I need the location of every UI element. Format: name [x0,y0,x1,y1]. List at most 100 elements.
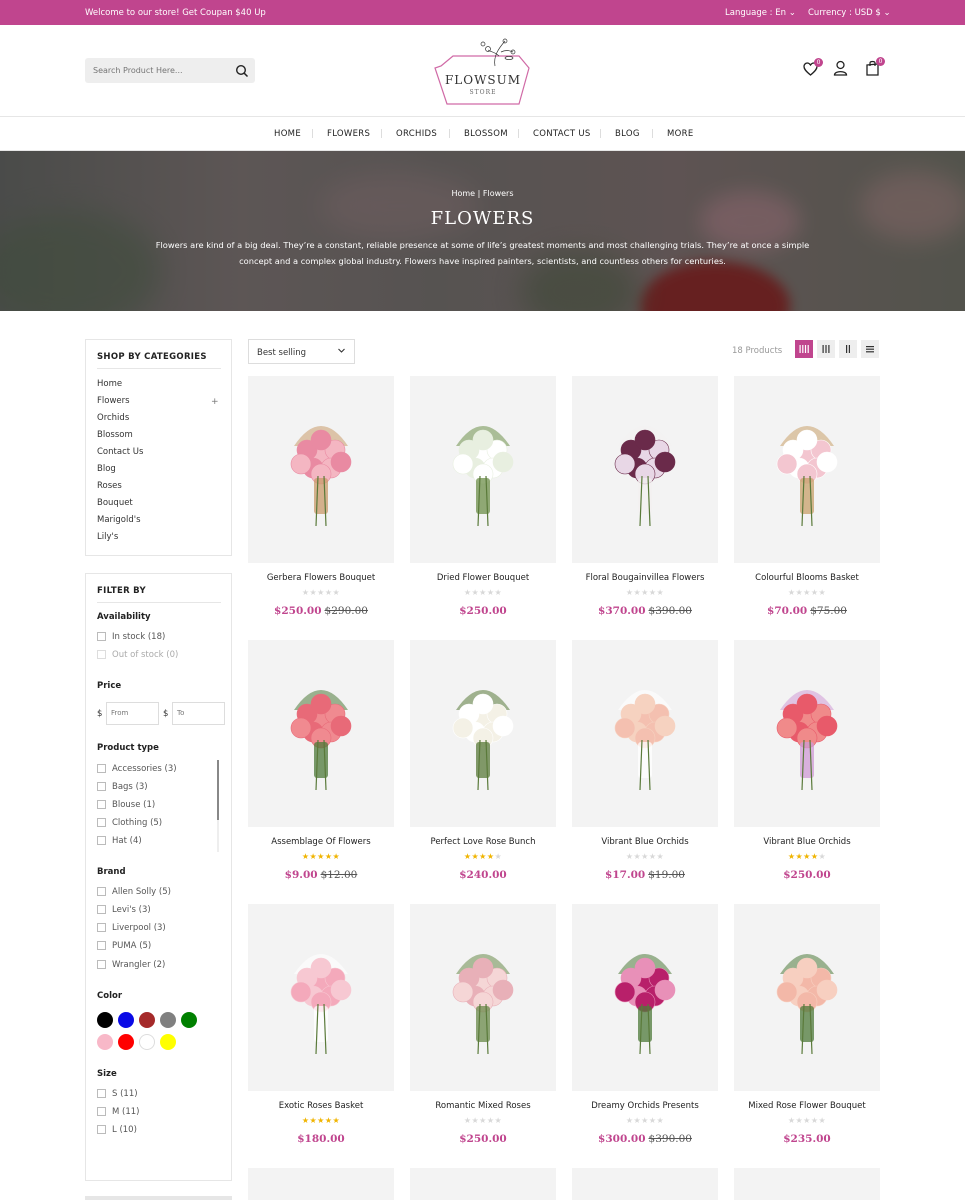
product-image[interactable] [248,376,394,563]
product-price: $250.00 [734,869,880,881]
price-to-input[interactable]: To [172,702,225,725]
expand-plus-icon[interactable]: + [211,397,219,407]
category-blog[interactable]: Blog [97,464,116,474]
product-card[interactable]: Perfect Love Rose Bunch ★★★★★ $240.00 [410,640,556,881]
color-swatch[interactable] [97,1034,113,1050]
nav-flowers[interactable]: FLOWERS [327,129,370,139]
search-icon[interactable] [235,63,249,82]
nav-orchids[interactable]: ORCHIDS [396,129,437,139]
product-image[interactable] [734,376,880,563]
account-icon[interactable] [833,60,848,80]
product-image[interactable] [572,640,718,827]
product-image[interactable] [572,904,718,1091]
color-swatch[interactable] [139,1012,155,1028]
product-image[interactable] [410,1168,556,1200]
color-swatch[interactable] [139,1034,155,1050]
product-name[interactable]: Floral Bougainvillea Flowers [572,573,718,583]
product-image[interactable] [734,640,880,827]
product-name[interactable]: Dreamy Orchids Presents [572,1101,718,1111]
availability-heading: Availability [97,612,151,622]
category-roses[interactable]: Roses [97,481,122,491]
product-image[interactable] [410,640,556,827]
product-name[interactable]: Assemblage Of Flowers [248,837,394,847]
category-blossom[interactable]: Blossom [97,430,133,440]
nav-contact-us[interactable]: CONTACT US [533,129,591,139]
star-icon: ★ [803,1116,811,1125]
product-image[interactable] [410,904,556,1091]
product-name[interactable]: Gerbera Flowers Bouquet [248,573,394,583]
breadcrumb[interactable]: Home | Flowers [0,189,965,198]
product-name[interactable]: Colourful Blooms Basket [734,573,880,583]
product-card[interactable]: Exotic Roses Basket ★★★★★ $180.00 [248,904,394,1145]
product-card[interactable]: Assemblage Of Flowers ★★★★★ $9.00 $12.00 [248,640,394,881]
nav-blog[interactable]: BLOG [615,129,640,139]
grid-3-view-button[interactable] [817,340,835,358]
star-icon: ★ [641,1116,649,1125]
product-name[interactable]: Dried Flower Bouquet [410,573,556,583]
star-icon: ★ [309,852,318,861]
star-icon: ★ [818,1116,827,1125]
sort-select[interactable]: Best selling [248,339,355,364]
product-card[interactable]: Vibrant Blue Orchids ★★★★★ $17.00 $19.00 [572,640,718,881]
product-image[interactable] [572,1168,718,1200]
store-logo[interactable]: FLOWSUM STORE [433,38,533,106]
color-swatch[interactable] [160,1012,176,1028]
currency-selector[interactable]: Currency : USD $ ⌄ [808,8,891,18]
star-icon: ★ [317,852,325,861]
color-swatch[interactable] [160,1034,176,1050]
product-name[interactable]: Mixed Rose Flower Bouquet [734,1101,880,1111]
category-home[interactable]: Home [97,379,122,389]
star-icon: ★ [494,1116,503,1125]
color-swatch[interactable] [118,1034,134,1050]
product-name[interactable]: Vibrant Blue Orchids [572,837,718,847]
product-card[interactable]: Mixed Rose Flower Bouquet ★★★★★ $235.00 [734,904,880,1145]
category-contact-us[interactable]: Contact Us [97,447,143,457]
category-marigolds[interactable]: Marigold's [97,515,141,525]
nav-blossom[interactable]: BLOSSOM [464,129,508,139]
product-name[interactable]: Exotic Roses Basket [248,1101,394,1111]
product-image[interactable] [734,904,880,1091]
product-image[interactable] [572,376,718,563]
product-name[interactable]: Vibrant Blue Orchids [734,837,880,847]
star-icon: ★ [656,852,665,861]
product-name[interactable]: Romantic Mixed Roses [410,1101,556,1111]
product-image[interactable] [248,904,394,1091]
star-icon: ★ [803,588,811,597]
wishlist-icon[interactable]: 0 [803,58,823,80]
color-swatch[interactable] [97,1012,113,1028]
product-image[interactable] [248,1168,394,1200]
category-flowers[interactable]: Flowers [97,396,130,406]
price-heading: Price [97,681,122,691]
price-from-input[interactable]: From [106,702,159,725]
grid-4-view-button[interactable] [795,340,813,358]
product-card[interactable]: Vibrant Blue Orchids ★★★★★ $250.00 [734,640,880,881]
product-card[interactable]: Romantic Mixed Roses ★★★★★ $250.00 [410,904,556,1145]
product-type-scrollbar[interactable] [217,760,219,852]
star-icon: ★ [309,588,318,597]
category-lilys[interactable]: Lily's [97,532,118,542]
original-price: $290.00 [324,605,368,617]
product-card[interactable]: Colourful Blooms Basket ★★★★★ $70.00 $75.00 [734,376,880,617]
product-card[interactable]: Dreamy Orchids Presents ★★★★★ $300.00 $390.… [572,904,718,1145]
language-selector[interactable]: Language : En ⌄ [725,8,796,18]
product-image[interactable] [248,640,394,827]
product-card[interactable]: Floral Bougainvillea Flowers ★★★★★ $370.00… [572,376,718,617]
product-image[interactable] [410,376,556,563]
product-image[interactable] [734,1168,880,1200]
nav-home[interactable]: HOME [274,129,301,139]
product-name[interactable]: Perfect Love Rose Bunch [410,837,556,847]
search-input[interactable] [85,58,225,83]
color-swatch[interactable] [118,1012,134,1028]
product-card[interactable]: Dried Flower Bouquet ★★★★★ $250.00 [410,376,556,617]
color-swatch[interactable] [181,1012,197,1028]
star-icon: ★ [324,588,333,597]
grid-2-view-button[interactable] [839,340,857,358]
category-orchids[interactable]: Orchids [97,413,129,423]
current-price: $240.00 [459,869,507,881]
nav-more[interactable]: MORE [667,129,694,139]
product-card[interactable]: Gerbera Flowers Bouquet ★★★★★ $250.00 $290.… [248,376,394,617]
cart-icon[interactable]: 0 [865,57,885,80]
list-view-button[interactable] [861,340,879,358]
star-icon: ★ [633,852,642,861]
category-bouquet[interactable]: Bouquet [97,498,133,508]
